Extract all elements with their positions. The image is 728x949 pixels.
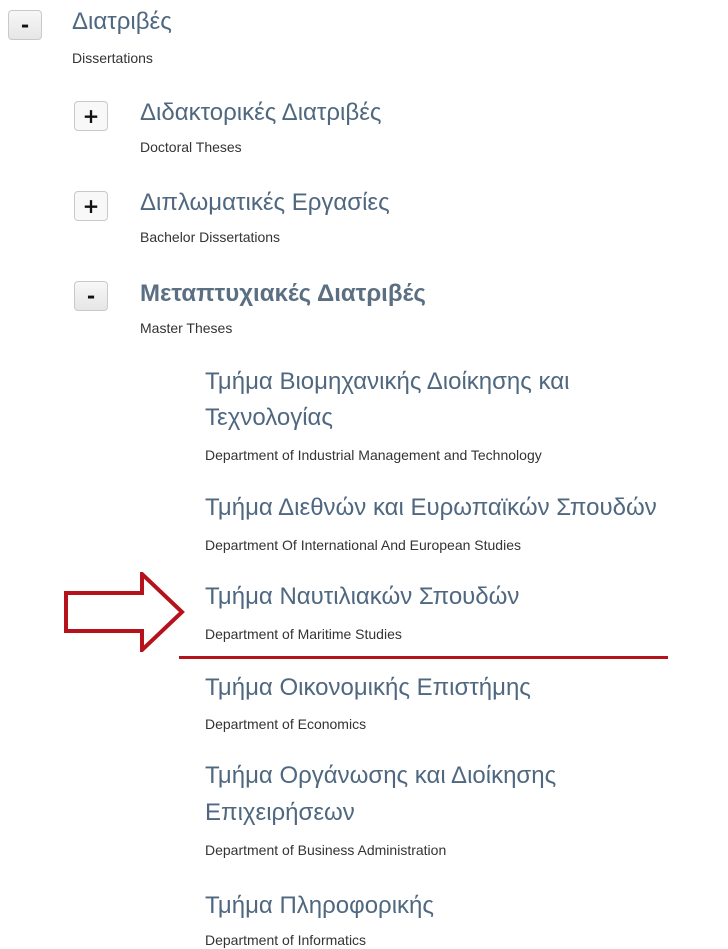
bachelor-dissertations-subtitle: Bachelor Dissertations	[140, 229, 281, 245]
dept-informatics-subtitle: Department of Informatics	[205, 932, 367, 948]
red-arrow-annotation	[64, 572, 185, 652]
dept-maritime-studies-subtitle: Department of Maritime Studies	[205, 626, 402, 642]
collapse-dissertations-button[interactable]: -	[8, 10, 42, 40]
doctoral-theses-subtitle: Doctoral Theses	[140, 139, 242, 155]
dept-business-administration-link-line2[interactable]: Επιχειρήσεων	[205, 796, 355, 830]
dept-business-administration-subtitle: Department of Business Administration	[205, 842, 447, 858]
dissertations-subtitle: Dissertations	[72, 50, 153, 66]
dept-industrial-management-subtitle: Department of Industrial Management and …	[205, 447, 542, 463]
dissertations-link[interactable]: Διατριβές	[72, 5, 172, 39]
dept-economics-subtitle: Department of Economics	[205, 716, 367, 732]
dept-business-administration-link[interactable]: Τμήμα Οργάνωσης και Διοίκησης	[205, 759, 556, 793]
master-theses-link[interactable]: Μεταπτυχιακές Διατριβές	[140, 277, 426, 311]
doctoral-theses-link[interactable]: Διδακτορικές Διατριβές	[140, 96, 381, 130]
dept-industrial-management-link-line2[interactable]: Τεχνολογίας	[205, 401, 333, 435]
bachelor-dissertations-link[interactable]: Διπλωματικές Εργασίες	[140, 186, 390, 220]
red-underline-annotation	[179, 656, 668, 659]
dept-international-european-subtitle: Department Of International And European…	[205, 537, 521, 553]
collapse-master-button[interactable]: -	[74, 281, 108, 311]
dept-international-european-link[interactable]: Τμήμα Διεθνών και Ευρωπαϊκών Σπουδών	[205, 491, 657, 525]
master-theses-subtitle: Master Theses	[140, 320, 233, 336]
dept-industrial-management-link[interactable]: Τμήμα Βιομηχανικής Διοίκησης και	[205, 365, 569, 399]
expand-bachelor-button[interactable]: +	[74, 191, 108, 221]
dept-informatics-link[interactable]: Τμήμα Πληροφορικής	[205, 889, 434, 923]
expand-doctoral-button[interactable]: +	[74, 101, 108, 131]
dept-economics-link[interactable]: Τμήμα Οικονομικής Επιστήμης	[205, 671, 531, 705]
dept-maritime-studies-link[interactable]: Τμήμα Ναυτιλιακών Σπουδών	[205, 580, 519, 614]
